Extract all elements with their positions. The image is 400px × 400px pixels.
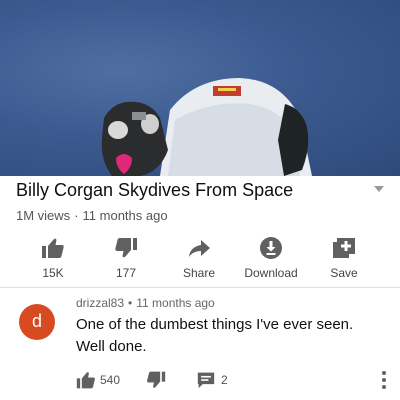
like-button[interactable]: 15K (13, 232, 93, 286)
upload-age: 11 months ago (82, 208, 168, 223)
share-icon (189, 240, 210, 257)
more-options-icon[interactable] (380, 370, 388, 390)
save-label: Save (330, 266, 358, 280)
comment-like-count: 540 (100, 373, 121, 387)
comment-metadata: drizzal83 • 11 months ago (76, 296, 215, 310)
dislike-count: 177 (115, 266, 137, 280)
save-to-playlist-icon (333, 238, 355, 258)
comment-like-icon[interactable] (76, 370, 96, 390)
comment-item: d drizzal83 • 11 months ago One of the dum… (0, 288, 400, 400)
video-frame (101, 78, 312, 176)
dislike-button[interactable]: 177 (86, 232, 166, 286)
expand-description-icon[interactable] (374, 186, 384, 192)
comment-text: One of the dumbest things I've ever seen… (76, 316, 354, 355)
comment-dislike-icon[interactable] (146, 370, 166, 390)
download-button[interactable]: Download (231, 232, 311, 286)
share-label: Share (182, 266, 216, 280)
video-actions-bar: 15K 177 Share Download Save (0, 232, 400, 286)
meta-separator: · (74, 208, 79, 223)
commenter-avatar[interactable]: d (19, 304, 55, 340)
comment-actions: 540 2 (76, 370, 396, 392)
comment-author[interactable]: drizzal83 (76, 296, 124, 310)
thumbs-up-icon (42, 238, 64, 258)
comment-age: 11 months ago (136, 296, 215, 310)
share-button[interactable]: Share (159, 232, 239, 286)
video-metadata: 1M views · 11 months ago (16, 208, 168, 223)
comment-meta-separator: • (128, 296, 133, 310)
save-button[interactable]: Save (304, 232, 384, 286)
comment-reply-icon[interactable] (196, 371, 216, 389)
video-title-row[interactable]: Billy Corgan Skydives From Space (16, 180, 388, 206)
thumbs-down-icon (115, 238, 137, 258)
like-count: 15K (42, 266, 64, 280)
comment-reply-count: 2 (221, 373, 228, 387)
download-label: Download (244, 266, 298, 280)
download-icon (260, 237, 282, 259)
video-player[interactable] (0, 0, 400, 176)
view-count: 1M views (16, 208, 71, 223)
video-title: Billy Corgan Skydives From Space (16, 180, 294, 200)
